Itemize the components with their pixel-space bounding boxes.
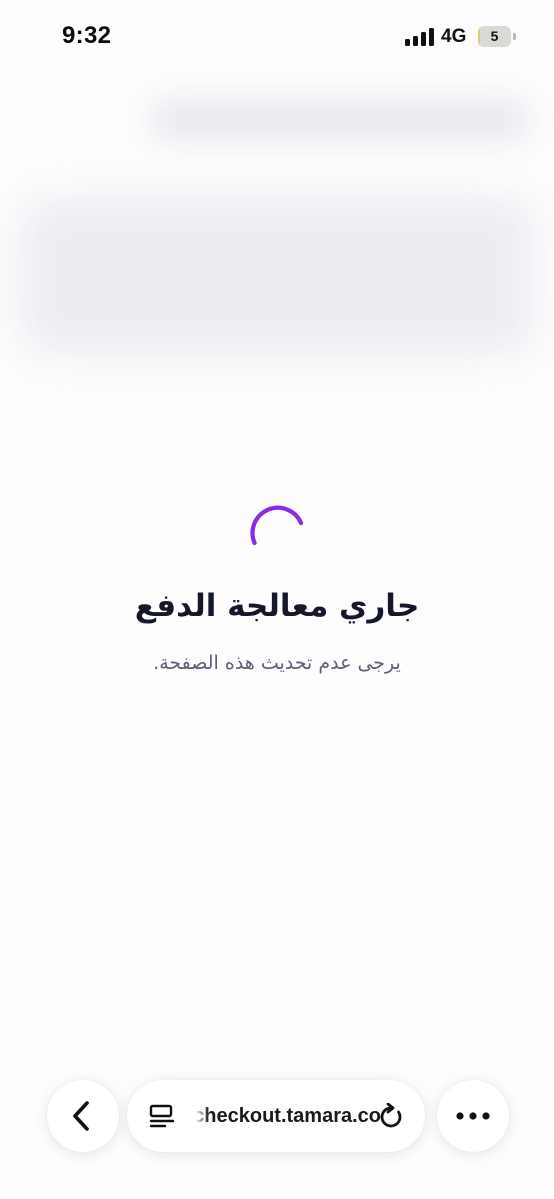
browser-toolbar: checkout.tamara.co [0,1080,554,1152]
reload-icon[interactable] [379,1103,405,1131]
ellipsis-icon [456,1112,490,1120]
url-text[interactable]: checkout.tamara.co [197,1080,381,1152]
loading-spinner-icon [250,505,304,546]
address-bar[interactable]: checkout.tamara.co [127,1080,425,1152]
blurred-card-placeholder [20,198,534,354]
reader-icon[interactable] [149,1104,175,1128]
processing-subtitle: يرجى عدم تحديث هذه الصفحة. [153,652,401,674]
battery-icon: 5 [478,26,516,47]
cellular-signal-icon [405,28,435,46]
back-button[interactable] [47,1080,119,1152]
chevron-left-icon [73,1101,89,1131]
battery-level: 5 [490,28,499,44]
status-bar: 9:32 4G 5 [0,0,554,72]
status-time: 9:32 [62,22,112,49]
processing-title: جاري معالجة الدفع [134,588,420,624]
more-options-button[interactable] [437,1080,509,1152]
blurred-header-placeholder [150,98,530,142]
network-type: 4G [441,26,467,47]
